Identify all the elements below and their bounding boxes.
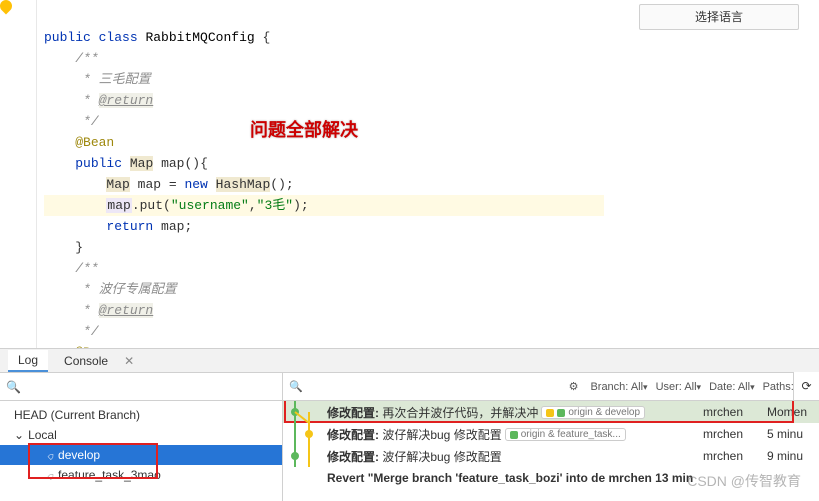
commit-date: Momen	[767, 405, 819, 419]
line: }	[44, 240, 83, 255]
keyword: new	[184, 177, 207, 192]
commits-pane: 🔍 ⚙ Branch: All▾ User: All▾ Date: All▾ P…	[283, 373, 819, 501]
branch-label: develop	[58, 448, 100, 462]
annotation: @Bean	[75, 135, 114, 150]
choose-language-button[interactable]: 选择语言	[639, 4, 799, 30]
line: * 波仔专属配置	[44, 282, 177, 297]
comment: * 三毛配置	[75, 72, 150, 87]
tab-console[interactable]: Console	[54, 351, 118, 371]
line: * @return	[44, 303, 153, 318]
code-editor[interactable]: public class RabbitMQConfig { /** * 三毛配置…	[0, 0, 819, 348]
intention-bulb-icon[interactable]	[0, 0, 14, 14]
caret-line: map.put("username","3毛");	[44, 195, 604, 216]
commit-row[interactable]: 修改配置: 再次合并波仔代码，并解决冲origin & develop mrch…	[283, 401, 819, 423]
tab-log[interactable]: Log	[8, 350, 48, 372]
line: */	[44, 114, 99, 129]
branch-label: Local	[28, 428, 57, 442]
line: */	[44, 324, 99, 339]
type: HashMap	[216, 177, 271, 192]
branch-tree[interactable]: HEAD (Current Branch) Local develop feat…	[0, 401, 282, 501]
type: Map	[130, 156, 153, 171]
filter-date[interactable]: Date: All▾	[709, 381, 755, 393]
keyword: class	[99, 30, 138, 45]
commit-message: Revert "Merge branch 'feature_task_bozi'…	[283, 471, 693, 485]
overlay-annotation: 问题全部解决	[250, 116, 358, 142]
sig: (){	[184, 156, 207, 171]
line: public Map map(){	[44, 156, 208, 171]
return-tag: @return	[99, 303, 154, 318]
branch-local-group[interactable]: Local	[0, 425, 282, 445]
close-icon[interactable]: ✕	[124, 354, 134, 368]
branch-icon	[48, 468, 54, 482]
commit-graph	[283, 445, 327, 467]
commit-row[interactable]: Revert "Merge branch 'feature_task_bozi'…	[283, 467, 819, 489]
keyword: public	[75, 156, 122, 171]
commit-date: 5 minu	[767, 427, 819, 441]
branch-feature-3mao[interactable]: feature_task_3mao	[0, 465, 282, 485]
return-tag: @return	[99, 93, 154, 108]
commit-message: 修改配置: 波仔解决bug 修改配置origin & feature_task.…	[327, 426, 703, 443]
refresh-button[interactable]: ⟳	[793, 372, 819, 400]
method-name: map	[161, 156, 184, 171]
log-content: 🔍 HEAD (Current Branch) Local develop fe…	[0, 373, 819, 501]
filter-branch[interactable]: Branch: All▾	[590, 381, 647, 393]
comment: *	[75, 93, 98, 108]
keyword: return	[106, 219, 153, 234]
commit-author: mrchen	[703, 405, 767, 419]
chevron-down-icon[interactable]	[14, 428, 24, 442]
keyword: public	[44, 30, 91, 45]
search-icon: 🔍	[6, 380, 21, 394]
search-icon[interactable]: 🔍	[289, 380, 303, 393]
line: return map;	[44, 219, 192, 234]
line: /**	[44, 51, 99, 66]
ref-badge[interactable]: origin & feature_task...	[505, 428, 626, 441]
ref-badge[interactable]: origin & develop	[541, 406, 645, 419]
vcs-log-panel: Log Console ✕ 🔍 HEAD (Current Branch) Lo…	[0, 348, 819, 501]
commit-row[interactable]: 修改配置: 波仔解决bug 修改配置origin & feature_task.…	[283, 423, 819, 445]
branches-pane: 🔍 HEAD (Current Branch) Local develop fe…	[0, 373, 283, 501]
code-content[interactable]: public class RabbitMQConfig { /** * 三毛配置…	[44, 6, 604, 384]
string: "username"	[171, 198, 249, 213]
line: /**	[44, 261, 99, 276]
brace: {	[262, 30, 270, 45]
var: map	[106, 198, 131, 213]
var: map	[138, 177, 161, 192]
fold-guide	[36, 0, 37, 348]
comment: */	[75, 324, 98, 339]
line: public class RabbitMQConfig {	[44, 30, 270, 45]
filter-user[interactable]: User: All▾	[656, 381, 702, 393]
comment: * 波仔专属配置	[75, 282, 176, 297]
commit-author: mrchen	[703, 427, 767, 441]
branch-head[interactable]: HEAD (Current Branch)	[0, 405, 282, 425]
comment: /**	[75, 261, 98, 276]
comment: /**	[75, 51, 98, 66]
panel-tabs: Log Console ✕	[0, 349, 819, 373]
comment: */	[75, 114, 98, 129]
branch-icon	[48, 448, 54, 462]
gutter	[0, 0, 40, 348]
commit-author: mrchen	[703, 449, 767, 463]
comment: *	[75, 303, 98, 318]
commit-message: 修改配置: 波仔解决bug 修改配置	[327, 448, 703, 465]
commit-message: 修改配置: 再次合并波仔代码，并解决冲origin & develop	[327, 404, 703, 421]
branch-label: HEAD (Current Branch)	[14, 408, 140, 422]
commit-graph	[283, 401, 327, 423]
string: "3毛"	[257, 198, 293, 213]
class-name: RabbitMQConfig	[145, 30, 254, 45]
line: Map map = new HashMap();	[44, 177, 294, 192]
line: @Bean	[44, 135, 114, 150]
commit-list[interactable]: 修改配置: 再次合并波仔代码，并解决冲origin & develop mrch…	[283, 401, 819, 501]
line: * @return	[44, 93, 153, 108]
branch-search[interactable]: 🔍	[0, 373, 282, 401]
line: * 三毛配置	[44, 72, 151, 87]
commit-filter-bar: 🔍 ⚙ Branch: All▾ User: All▾ Date: All▾ P…	[283, 373, 819, 401]
branch-develop[interactable]: develop	[0, 445, 282, 465]
type: Map	[106, 177, 129, 192]
commit-date: 9 minu	[767, 449, 819, 463]
refresh-icon: ⟳	[801, 379, 811, 393]
gear-icon[interactable]: ⚙	[569, 380, 579, 393]
branch-label: feature_task_3mao	[58, 468, 161, 482]
commit-graph	[283, 423, 327, 445]
commit-row[interactable]: 修改配置: 波仔解决bug 修改配置 mrchen 9 minu	[283, 445, 819, 467]
